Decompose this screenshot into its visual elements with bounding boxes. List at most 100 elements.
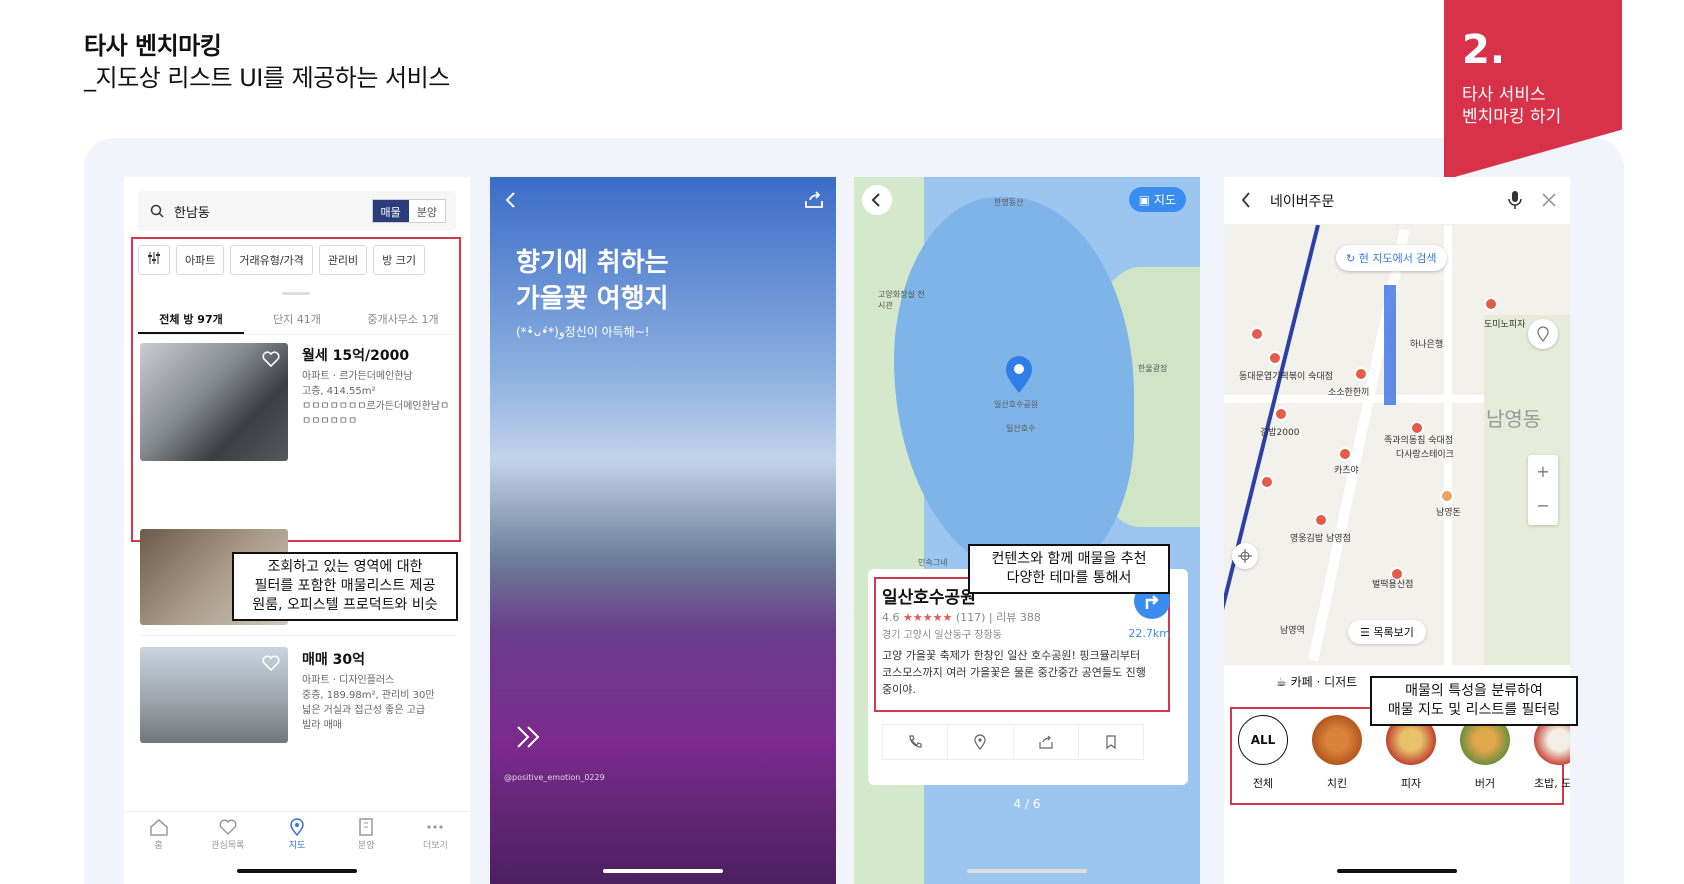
page-indicator: 4 / 6 [1013,797,1041,811]
listing-type-toggle[interactable]: 매물 분양 [371,199,446,223]
category-sushi[interactable]: 초밥, 도시락 [1534,715,1570,791]
phone-real-estate-list: 한남동 매물 분양 아파트 거래유형/가격 관리비 방 크기 전체 방 97개 … [124,177,470,884]
place-rating: 4.6 ★★★★★ (117) | 리뷰 388 [882,611,1041,624]
restaurant-pin[interactable] [1274,407,1288,421]
restaurant-pin[interactable] [1250,327,1264,341]
nav-home[interactable]: 홈 [124,812,193,863]
category-chip-cafe[interactable]: ☕ 카페 · 디저트 [1276,673,1357,690]
toggle-option-sale[interactable]: 매물 [372,200,409,222]
nav-favorites[interactable]: 관심목록 [193,812,262,863]
chevron-right-icon[interactable] [514,725,544,753]
category-filter-row: ALL 전체 치킨 피자 버거 초밥, 도시락 [1238,715,1570,791]
search-bar[interactable]: 한남동 매물 분양 [138,191,456,231]
search-input[interactable]: 한남동 [174,202,210,221]
filter-sliders-icon [148,252,160,264]
restaurant-pin[interactable] [1440,489,1454,503]
filter-chip-apartment[interactable]: 아파트 [176,245,225,275]
map-label: 족과의동침 숙대점 [1384,436,1454,446]
share-button[interactable] [1014,725,1079,759]
map-label: 남영동 [1486,407,1542,431]
search-bar[interactable]: 네이버주문 [1224,177,1570,225]
restaurant-pin[interactable] [1354,367,1368,381]
listing-meta: ㅁㅁㅁㅁㅁㅁㅁ르가든더메인한남ㅁ [302,401,450,412]
call-button[interactable] [883,725,949,759]
back-button[interactable] [862,185,892,215]
category-all-circle: ALL [1238,715,1288,765]
search-this-area-button[interactable]: ↻ 현 지도에서 검색 [1336,245,1447,271]
map-label: 고양화장실 전시관 [878,290,925,310]
map-pin-icon[interactable] [1004,355,1034,399]
restaurant-pin[interactable] [1484,297,1498,311]
annotation-theme-content: 컨텐츠와 함께 매물을 추천 다양한 테마를 통해서 [968,544,1170,594]
filter-settings-button[interactable] [138,245,170,275]
map-label: 벌떡용산점 [1372,580,1414,590]
back-icon[interactable] [504,191,518,213]
category-all[interactable]: ALL 전체 [1238,715,1288,791]
filter-chip-price[interactable]: 거래유형/가격 [230,245,313,275]
list-item[interactable]: 매매 30억 아파트 · 디자인플러스 중층, 189.98m², 관리비 30… [140,647,456,743]
list-view-button[interactable]: ☰ 목록보기 [1348,620,1426,644]
listing-meta: 아파트 · 디자인플러스 [302,675,395,686]
map-label: 소소한한끼 [1328,388,1370,398]
category-chicken[interactable]: 치킨 [1312,715,1362,791]
nav-map[interactable]: 지도 [262,812,331,863]
toggle-option-presale[interactable]: 분양 [409,200,445,222]
nav-more[interactable]: 더보기 [401,812,470,863]
map-view[interactable]: ↻ 현 지도에서 검색 동대문엽기떡볶이 숙대점 소소한한끼 김밥2000 족과… [1224,225,1570,665]
slide-title: 타사 벤치마킹 [84,32,222,60]
place-description: 고양 가을꽃 축제가 한창인 일산 호수공원! 핑크뮬리부터 코스모스까지 여러… [882,649,1146,696]
location-icon[interactable] [1528,319,1558,349]
nav-label: 관심목록 [211,841,245,851]
category-label: 피자 [1400,777,1422,790]
restaurant-pin[interactable] [1338,447,1352,461]
slide: 타사 벤치마킹 _지도상 리스트 UI를 제공하는 서비스 2. 타사 서비스 … [0,0,1684,884]
listing-meta: 아파트 · 르가든더메인한남 [302,371,413,382]
map-pin-icon [290,818,304,836]
place-card[interactable]: 일산호수공원 4.6 ★★★★★ (117) | 리뷰 388 경기 고양시 일… [868,569,1188,785]
location-button[interactable] [948,725,1014,759]
heart-icon[interactable] [262,655,280,675]
story-title-line1: 향기에 취하는 [516,248,669,278]
filter-chip-maintenance[interactable]: 관리비 [318,245,368,275]
annotation-category-filter: 매물의 특성을 분류하여 매물 지도 및 리스트를 필터링 [1370,676,1578,726]
restaurant-pin[interactable] [1268,351,1282,365]
share-icon[interactable] [804,191,824,213]
map-label: 동대문엽기떡볶이 숙대점 [1239,372,1333,382]
listing-meta: 고층, 414.55m² [302,386,376,397]
review-count: 리뷰 388 [996,611,1041,624]
map-label: 카츠야 [1334,466,1359,476]
map-label: 일산호수공원 [994,400,1039,409]
heart-icon[interactable] [262,351,280,371]
map-label: 하나은행 [1410,340,1444,350]
zoom-in-button[interactable]: + [1528,455,1558,489]
section-label-line1: 타사 서비스 [1462,85,1546,105]
tab-complexes[interactable]: 단지 41개 [244,305,350,334]
place-distance: 22.7km [1128,627,1170,640]
map-button-label: 지도 [1153,193,1176,207]
restaurant-pin[interactable] [1260,475,1274,489]
tab-agencies[interactable]: 중개사무소 1개 [350,305,456,334]
search-this-area-label: 현 지도에서 검색 [1358,252,1437,265]
tab-all-rooms[interactable]: 전체 방 97개 [138,305,244,334]
photo-credit: @positive_emotion_0229 [504,773,605,782]
zoom-out-button[interactable]: − [1528,489,1558,523]
bookmark-icon [1106,735,1116,750]
nav-label: 지도 [288,841,306,851]
sheet-handle[interactable] [282,292,310,295]
restaurant-pin[interactable] [1314,513,1328,527]
category-pizza[interactable]: 피자 [1386,715,1436,791]
close-icon[interactable] [1542,192,1556,211]
story-title-line2: 가을꽃 여행지 [516,284,669,314]
back-icon[interactable] [1240,191,1252,213]
microphone-icon[interactable] [1508,190,1522,214]
filter-chip-room-size[interactable]: 방 크기 [373,245,426,275]
crosshair-icon[interactable] [1232,543,1258,569]
search-input[interactable]: 네이버주문 [1270,191,1334,211]
category-burger[interactable]: 버거 [1460,715,1510,791]
map-view-button[interactable]: ▣ 지도 [1128,187,1186,212]
nav-presale[interactable]: 분양 [332,812,401,863]
list-item[interactable]: 월세 15억/2000 아파트 · 르가든더메인한남 고층, 414.55m² … [140,343,456,461]
bookmark-button[interactable] [1079,725,1143,759]
divider [140,635,456,636]
place-address: 경기 고양시 일산동구 장항동 [882,630,1002,641]
